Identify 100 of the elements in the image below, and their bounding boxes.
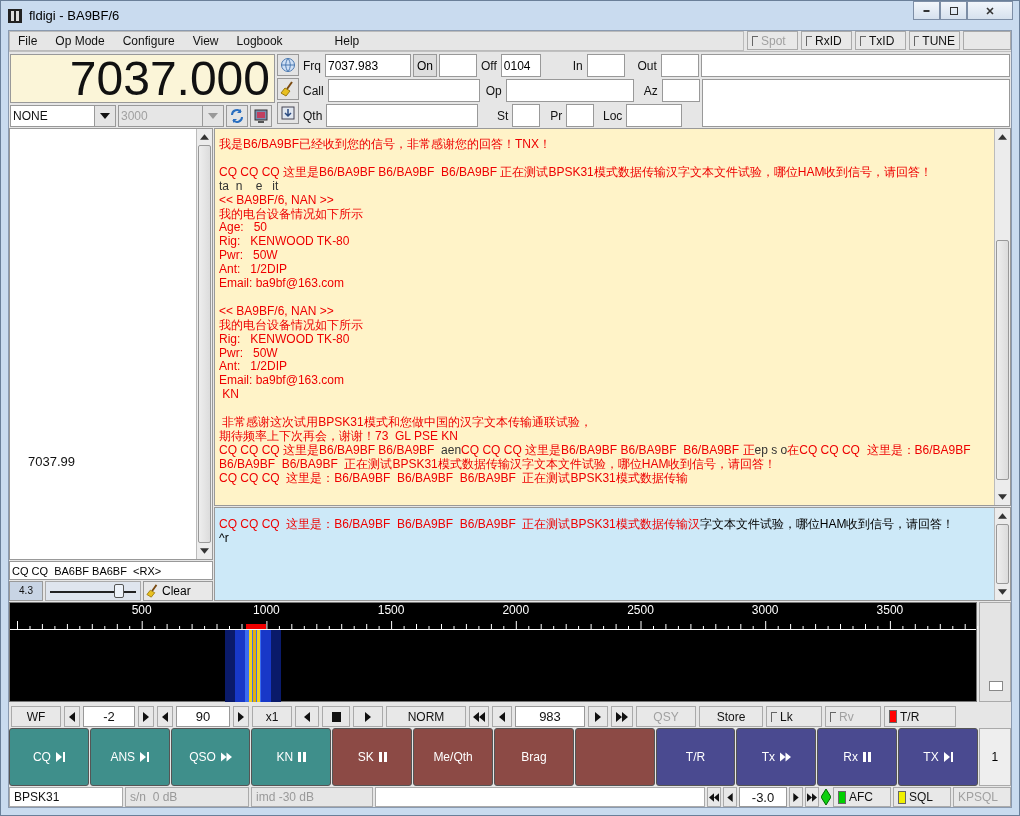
- macro-button[interactable]: ANS: [89, 728, 170, 786]
- macro-button[interactable]: CQ: [9, 728, 89, 786]
- left-arrow-button[interactable]: [723, 787, 737, 807]
- frequency-scale[interactable]: 500 1000 1500 2000 2500 3000 3500: [10, 603, 976, 630]
- scrollbar[interactable]: [994, 129, 1010, 505]
- slider-thumb[interactable]: [114, 584, 125, 598]
- monitor-icon[interactable]: [250, 105, 272, 127]
- indicator-button[interactable]: AFC: [833, 787, 891, 807]
- scroll-thumb[interactable]: [996, 240, 1009, 480]
- menu-item[interactable]: Help: [334, 34, 368, 48]
- macro-bank-button[interactable]: 1: [978, 728, 1011, 786]
- save-icon[interactable]: [277, 102, 299, 124]
- menu-item[interactable]: Op Mode: [55, 34, 113, 48]
- mode-dropdown[interactable]: NONE: [10, 105, 116, 127]
- menu-item[interactable]: Logbook: [236, 34, 291, 48]
- squelch-slider[interactable]: [45, 581, 141, 601]
- operator-field[interactable]: [505, 79, 634, 102]
- scroll-up-icon[interactable]: [998, 513, 1007, 519]
- macro-button[interactable]: QSO: [170, 728, 251, 786]
- macro-button[interactable]: T/R: [655, 728, 736, 786]
- frequency-display[interactable]: 7037.000: [10, 54, 275, 103]
- broom-icon[interactable]: [277, 78, 299, 100]
- value-field[interactable]: -2: [83, 706, 135, 727]
- locator-field[interactable]: [626, 104, 683, 127]
- toggle-button[interactable]: RxID: [801, 31, 852, 50]
- toggle-button[interactable]: TUNE: [909, 31, 960, 50]
- scroll-up-icon[interactable]: [200, 134, 209, 140]
- scroll-down-icon[interactable]: [998, 589, 1007, 595]
- right-arrow-button[interactable]: [233, 706, 249, 727]
- frequency-field[interactable]: 7037.983: [325, 54, 411, 77]
- pause-icon: [378, 752, 387, 762]
- value-field[interactable]: 90: [176, 706, 230, 727]
- mode-status[interactable]: BPSK31: [9, 787, 123, 807]
- macro-button[interactable]: Me/Qth: [413, 728, 493, 786]
- globe-icon[interactable]: [277, 54, 299, 76]
- close-icon: [985, 5, 995, 16]
- waterfall-level-slider[interactable]: [979, 602, 1011, 702]
- indicator-button[interactable]: T/R: [884, 706, 956, 727]
- left-arrow-button[interactable]: [295, 706, 319, 727]
- indicator-button[interactable]: SQL: [893, 787, 951, 807]
- state-field[interactable]: [512, 104, 541, 127]
- rst-out-field[interactable]: [660, 54, 699, 77]
- macro-button[interactable]: Brag: [493, 728, 574, 786]
- scroll-down-icon[interactable]: [200, 548, 209, 554]
- scrollbar[interactable]: [196, 129, 212, 559]
- macro-button[interactable]: SK: [332, 728, 413, 786]
- macro-button[interactable]: KN: [251, 728, 332, 786]
- macro-button[interactable]: Tx: [736, 728, 817, 786]
- left-arrow-button[interactable]: [64, 706, 80, 727]
- offset-field[interactable]: -3.0: [739, 787, 787, 807]
- scroll-down-icon[interactable]: [998, 494, 1007, 500]
- province-field[interactable]: [566, 104, 595, 127]
- macro-button[interactable]: TX: [898, 728, 978, 786]
- scale-label: 500: [130, 603, 153, 617]
- scroll-thumb[interactable]: [996, 524, 1009, 584]
- minimize-icon: [923, 9, 930, 12]
- browser-frequency[interactable]: 7037.99: [28, 454, 75, 469]
- right-arrow-button[interactable]: [138, 706, 154, 727]
- azimuth-field[interactable]: [661, 79, 700, 102]
- call-field[interactable]: [327, 79, 480, 102]
- macro-button[interactable]: Rx: [817, 728, 898, 786]
- scroll-up-icon[interactable]: [998, 134, 1007, 140]
- browser-search-field[interactable]: CQ CQ BA6BF BA6BF <RX>: [9, 561, 213, 580]
- scrollbar[interactable]: [994, 508, 1010, 600]
- time-off-field[interactable]: 0104: [500, 54, 541, 77]
- control-button[interactable]: NORM: [386, 706, 466, 727]
- close-button[interactable]: [967, 1, 1013, 20]
- time-on-field[interactable]: [439, 54, 477, 77]
- right-arrow-button[interactable]: [353, 706, 383, 727]
- control-button[interactable]: x1: [252, 706, 292, 727]
- slider-thumb[interactable]: [989, 681, 1003, 692]
- left-arrow-icon: [69, 711, 75, 722]
- left-arrow-button[interactable]: [492, 706, 512, 727]
- value-field[interactable]: 983: [515, 706, 585, 727]
- right-arrow-button[interactable]: [789, 787, 803, 807]
- control-button[interactable]: WF: [11, 706, 61, 727]
- rst-in-field[interactable]: [586, 54, 625, 77]
- stop-button[interactable]: [322, 706, 350, 727]
- menu-item[interactable]: File: [18, 34, 46, 48]
- double-right-arrow-button[interactable]: [611, 706, 633, 727]
- menu-item[interactable]: Configure: [122, 34, 183, 48]
- maximize-button[interactable]: [940, 1, 967, 20]
- control-button[interactable]: Store: [699, 706, 763, 727]
- clear-button[interactable]: Clear: [143, 581, 213, 601]
- menu-item[interactable]: View: [192, 34, 227, 48]
- check-button[interactable]: Lk: [766, 706, 822, 727]
- right-arrow-icon: [793, 792, 799, 802]
- double-right-arrow-button[interactable]: [805, 787, 819, 807]
- notes-field[interactable]: [700, 54, 1010, 77]
- double-left-arrow-button[interactable]: [707, 787, 721, 807]
- comments-field[interactable]: [701, 79, 1010, 127]
- toggle-button[interactable]: TxID: [855, 31, 906, 50]
- left-arrow-button[interactable]: [157, 706, 173, 727]
- qth-field[interactable]: [326, 104, 479, 127]
- double-left-arrow-button[interactable]: [469, 706, 489, 727]
- right-arrow-icon: [143, 711, 149, 722]
- right-arrow-button[interactable]: [588, 706, 608, 727]
- on-button[interactable]: On: [413, 54, 437, 77]
- scroll-thumb[interactable]: [198, 145, 211, 543]
- refresh-icon[interactable]: [226, 105, 248, 127]
